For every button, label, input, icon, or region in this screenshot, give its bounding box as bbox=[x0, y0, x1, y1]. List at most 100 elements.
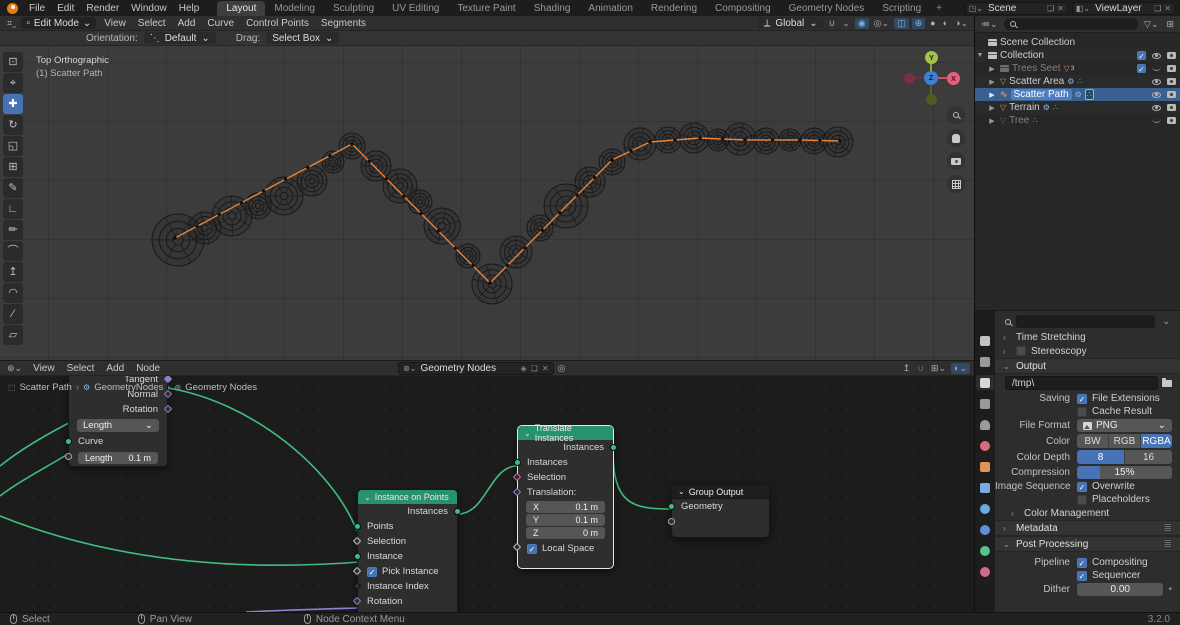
scene-name[interactable]: Scene bbox=[986, 3, 1044, 14]
viewport-menu-item[interactable]: Add bbox=[172, 18, 202, 29]
outliner-row-scatter-area[interactable]: ▶ ▽ Scatter Area ⚙ ∴ bbox=[975, 75, 1180, 88]
fake-user-icon[interactable]: ◈ bbox=[521, 364, 527, 373]
topbar-menu-item[interactable]: File bbox=[23, 3, 51, 14]
tool-button[interactable]: ⌖ bbox=[3, 73, 23, 93]
eye-closed-icon[interactable] bbox=[1152, 118, 1161, 123]
tool-button[interactable]: ✚ bbox=[3, 94, 23, 114]
instances-output-socket[interactable] bbox=[610, 444, 617, 451]
unlink-scene-icon[interactable]: ✕ bbox=[1057, 4, 1064, 13]
tool-button[interactable]: ∕ bbox=[3, 304, 23, 324]
zoom-button[interactable] bbox=[947, 106, 965, 124]
terrain-label[interactable]: Terrain bbox=[1009, 102, 1040, 113]
panel-metadata[interactable]: › Metadata ≣ bbox=[995, 520, 1180, 536]
workspace-tab[interactable]: Rendering bbox=[642, 1, 706, 16]
panel-color-management[interactable]: › Color Management bbox=[995, 506, 1180, 520]
panel-stereoscopy[interactable]: › Stereoscopy bbox=[995, 344, 1180, 358]
cache-result-checkbox[interactable] bbox=[1077, 407, 1087, 417]
tab-modifiers[interactable] bbox=[976, 480, 994, 495]
tab-render[interactable] bbox=[976, 354, 994, 369]
blender-logo-icon[interactable] bbox=[7, 3, 18, 14]
viewport-menu-item[interactable]: View bbox=[98, 18, 132, 29]
node-header-translate-instances[interactable]: ⌄ Translate Instances bbox=[518, 426, 613, 440]
remove-viewlayer-icon[interactable]: ✕ bbox=[1164, 4, 1171, 13]
shading-material-icon[interactable]: ◐ bbox=[941, 18, 950, 28]
outliner-search[interactable] bbox=[1004, 18, 1138, 30]
points-input-socket[interactable] bbox=[354, 523, 361, 530]
tool-button[interactable]: ⌒ bbox=[3, 241, 23, 261]
workspace-tab[interactable]: Texture Paint bbox=[448, 1, 524, 16]
node-tree-browse-icon[interactable]: ⊛⌄ bbox=[403, 364, 416, 373]
topbar-menu-item[interactable]: Help bbox=[173, 3, 206, 14]
tool-button[interactable]: ◱ bbox=[3, 136, 23, 156]
scene-selector[interactable]: ◳⌄ Scene ❏ ✕ bbox=[965, 2, 1068, 15]
snap-options-icon[interactable]: ⌄ bbox=[840, 18, 852, 29]
tab-world[interactable] bbox=[976, 438, 994, 453]
scene-browse-icon[interactable]: ◳⌄ bbox=[969, 4, 983, 13]
collapse-icon[interactable]: ⌄ bbox=[524, 429, 531, 438]
new-tree-icon[interactable]: ❏ bbox=[531, 364, 538, 373]
expand-icon[interactable]: ▶ bbox=[987, 78, 997, 86]
gizmo-negx-ball[interactable] bbox=[904, 73, 915, 84]
gizmo-z-ball[interactable]: Z bbox=[924, 71, 938, 85]
shading-solid-icon[interactable]: ● bbox=[928, 18, 937, 28]
tool-button[interactable]: ⊞ bbox=[3, 157, 23, 177]
workspace-tab[interactable]: Modeling bbox=[265, 1, 324, 16]
node-menu-item[interactable]: Node bbox=[130, 363, 166, 374]
node-header-instance-on-points[interactable]: ⌄ Instance on Points bbox=[358, 490, 457, 504]
workspace-tab[interactable]: Shading bbox=[525, 1, 580, 16]
outliner-row-terrain[interactable]: ▶ ▽ Terrain ⚙ ∴ bbox=[975, 101, 1180, 114]
color-rgb-option[interactable]: RGB bbox=[1109, 434, 1141, 448]
outliner-row-collection[interactable]: ▼ Collection ✓ bbox=[975, 49, 1180, 62]
viewport-menu-item[interactable]: Control Points bbox=[240, 18, 315, 29]
workspace-tab[interactable]: + bbox=[930, 1, 948, 16]
geometry-input-socket[interactable] bbox=[668, 503, 675, 510]
length-input-socket[interactable] bbox=[65, 453, 72, 460]
workspace-tab[interactable]: Scripting bbox=[873, 1, 930, 16]
expand-icon[interactable]: ▶ bbox=[987, 104, 997, 112]
node-menu-item[interactable]: View bbox=[27, 363, 61, 374]
eye-icon[interactable] bbox=[1152, 105, 1161, 111]
orientation-setting-dropdown[interactable]: ⋱ Default ⌄ bbox=[144, 32, 216, 44]
collapse-icon[interactable]: ⌄ bbox=[678, 487, 685, 496]
workspace-tab[interactable]: Layout bbox=[217, 1, 265, 16]
snap-magnet-icon[interactable]: ∪ bbox=[827, 18, 838, 29]
topbar-menu-item[interactable]: Render bbox=[80, 3, 125, 14]
eye-closed-icon[interactable] bbox=[1152, 66, 1161, 71]
depth-16-option[interactable]: 16 bbox=[1125, 450, 1172, 464]
color-rgba-option[interactable]: RGBA bbox=[1141, 434, 1172, 448]
viewport-menu-item[interactable]: Curve bbox=[201, 18, 240, 29]
expand-icon[interactable]: ▼ bbox=[975, 52, 985, 59]
folder-icon[interactable] bbox=[1162, 380, 1172, 387]
compositing-checkbox[interactable]: ✓ bbox=[1077, 558, 1087, 568]
pick-instance-checkbox[interactable]: ✓ bbox=[367, 567, 377, 577]
translation-z-field[interactable]: Z 0 m bbox=[526, 527, 605, 539]
new-viewlayer-icon[interactable]: ❏ bbox=[1154, 4, 1161, 13]
workspace-tab[interactable]: UV Editing bbox=[383, 1, 448, 16]
unlink-tree-icon[interactable]: ✕ bbox=[542, 364, 549, 373]
compression-slider[interactable]: 15% bbox=[1077, 466, 1172, 479]
node-menu-item[interactable]: Add bbox=[100, 363, 130, 374]
instance-input-socket[interactable] bbox=[354, 553, 361, 560]
viewport-menu-item[interactable]: Select bbox=[132, 18, 172, 29]
translation-x-field[interactable]: X 0.1 m bbox=[526, 501, 605, 513]
topbar-menu-item[interactable]: Window bbox=[125, 3, 173, 14]
pan-button[interactable] bbox=[947, 129, 965, 147]
tool-button[interactable]: ⊡ bbox=[3, 52, 23, 72]
gizmo-negy-ball[interactable] bbox=[926, 94, 937, 105]
instance-on-points-node[interactable]: ⌄ Instance on Points Instances Points Se… bbox=[357, 489, 458, 612]
panel-post-processing[interactable]: ⌄ Post Processing ≣ bbox=[995, 536, 1180, 552]
instances-input-socket[interactable] bbox=[514, 459, 521, 466]
tool-button[interactable]: ↥ bbox=[3, 262, 23, 282]
workspace-tab[interactable]: Animation bbox=[579, 1, 641, 16]
collection-checkbox[interactable]: ✓ bbox=[1137, 51, 1146, 60]
tab-tool[interactable] bbox=[976, 333, 994, 348]
output-path-field[interactable]: /tmp\ bbox=[1005, 376, 1158, 390]
outliner-row-scatter-path[interactable]: ▶ ∿ Scatter Path ⚙ ∴ bbox=[975, 88, 1180, 101]
gizmo-y-ball[interactable]: Y bbox=[925, 51, 938, 64]
camera-visibility-icon[interactable] bbox=[1167, 65, 1176, 72]
trees-seet-label[interactable]: Trees Seet bbox=[1012, 63, 1061, 74]
workspace-tab[interactable]: Geometry Nodes bbox=[780, 1, 874, 16]
camera-visibility-icon[interactable] bbox=[1167, 104, 1176, 111]
new-scene-icon[interactable]: ❏ bbox=[1047, 4, 1054, 13]
tab-object[interactable] bbox=[976, 459, 994, 474]
